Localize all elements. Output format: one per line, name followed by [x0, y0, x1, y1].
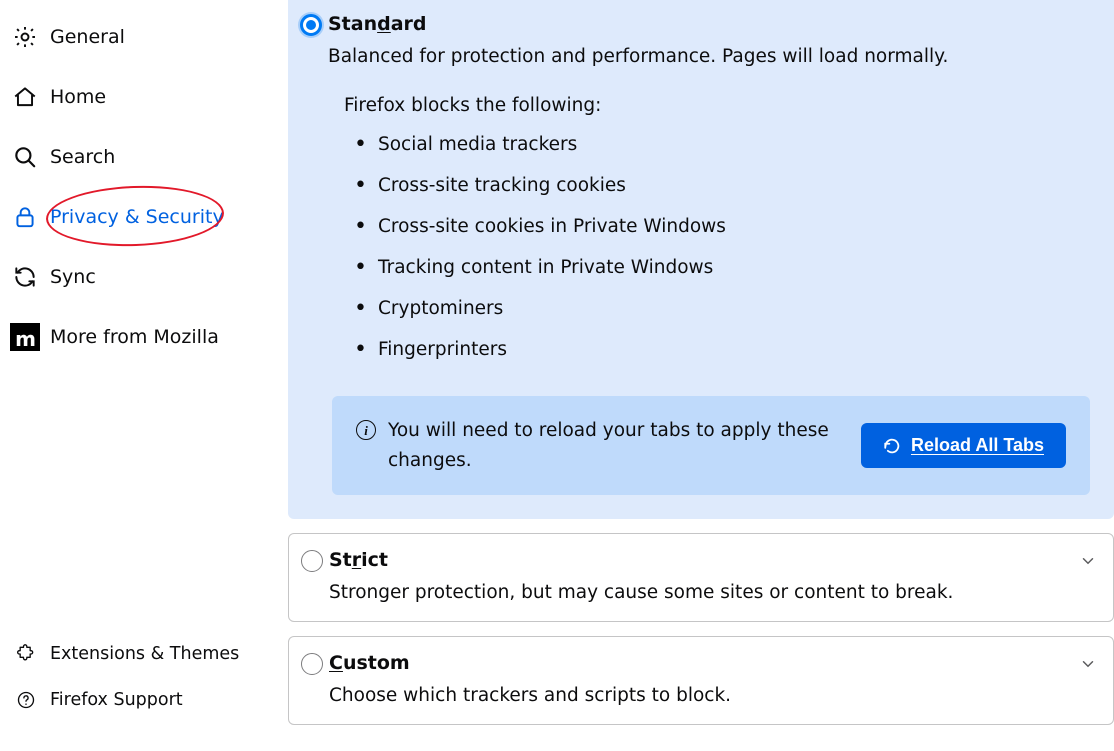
title-access-key: d — [377, 13, 391, 35]
preferences-sidebar-footer: Extensions & Themes Firefox Support — [0, 627, 288, 727]
reload-button-label: Reload All Tabs — [911, 435, 1044, 456]
search-icon — [10, 142, 40, 172]
help-icon — [14, 688, 38, 712]
blocks-list-item: Social media trackers — [360, 124, 1090, 165]
title-prefix: Stan — [328, 13, 377, 35]
reload-tabs-banner: i You will need to reload your tabs to a… — [332, 396, 1090, 495]
puzzle-icon — [14, 642, 38, 666]
blocks-list-item: Cross-site tracking cookies — [360, 165, 1090, 206]
sidebar-footer-label: Extensions & Themes — [50, 644, 239, 664]
sync-icon — [10, 262, 40, 292]
blocks-list-item: Tracking content in Private Windows — [360, 247, 1090, 288]
reload-icon — [883, 437, 901, 455]
tracking-option-title: Custom — [329, 652, 410, 674]
tracking-option-description: Stronger protection, but may cause some … — [329, 582, 1089, 603]
title-suffix: ict — [361, 549, 388, 571]
radio-custom[interactable] — [301, 653, 323, 675]
sidebar-item-privacy-security[interactable]: Privacy & Security — [0, 194, 288, 240]
sidebar-item-search[interactable]: Search — [0, 134, 288, 180]
preferences-sidebar: General Home Search — [0, 0, 288, 751]
sidebar-item-label: More from Mozilla — [50, 326, 219, 348]
sidebar-footer-label: Firefox Support — [50, 690, 183, 710]
blocks-list-item: Cryptominers — [360, 288, 1090, 329]
sidebar-item-label: General — [50, 26, 125, 48]
sidebar-item-label: Search — [50, 146, 115, 168]
mozilla-icon: m — [10, 322, 40, 352]
sidebar-item-sync[interactable]: Sync — [0, 254, 288, 300]
reload-all-tabs-button[interactable]: Reload All Tabs — [861, 423, 1066, 468]
reload-message: You will need to reload your tabs to app… — [388, 416, 836, 475]
title-access-key: r — [352, 549, 361, 571]
preferences-main-pane: Standard Balanced for protection and per… — [288, 0, 1114, 751]
title-suffix: ard — [391, 13, 427, 35]
tracking-option-title: Standard — [328, 13, 427, 35]
title-prefix: St — [329, 549, 352, 571]
blocks-list-item: Cross-site cookies in Private Windows — [360, 206, 1090, 247]
tracking-option-title: Strict — [329, 549, 388, 571]
tracking-option-custom[interactable]: Custom Choose which trackers and scripts… — [288, 636, 1114, 725]
chevron-down-icon — [1079, 655, 1097, 673]
title-suffix: ustom — [343, 652, 410, 674]
sidebar-item-label: Privacy & Security — [50, 206, 224, 228]
lock-icon — [10, 202, 40, 232]
blocks-heading: Firefox blocks the following: — [344, 95, 1090, 116]
sidebar-item-home[interactable]: Home — [0, 74, 288, 120]
info-icon: i — [356, 420, 376, 440]
sidebar-item-label: Home — [50, 86, 106, 108]
tracking-option-description: Choose which trackers and scripts to blo… — [329, 685, 1089, 706]
sidebar-item-more-mozilla[interactable]: m More from Mozilla — [0, 314, 288, 360]
gear-icon — [10, 22, 40, 52]
home-icon — [10, 82, 40, 112]
tracking-option-description: Balanced for protection and performance.… — [328, 46, 1090, 67]
sidebar-footer-extensions[interactable]: Extensions & Themes — [0, 635, 288, 673]
title-access-key: C — [329, 652, 343, 674]
blocks-list: Social media trackers Cross-site trackin… — [360, 124, 1090, 370]
radio-strict[interactable] — [301, 550, 323, 572]
tracking-option-standard: Standard Balanced for protection and per… — [288, 0, 1114, 519]
sidebar-item-label: Sync — [50, 266, 96, 288]
sidebar-item-general[interactable]: General — [0, 14, 288, 60]
preferences-nav-list: General Home Search — [0, 0, 288, 374]
tracking-option-strict[interactable]: Strict Stronger protection, but may caus… — [288, 533, 1114, 622]
blocks-list-item: Fingerprinters — [360, 329, 1090, 370]
sidebar-footer-support[interactable]: Firefox Support — [0, 681, 288, 719]
radio-standard[interactable] — [300, 14, 322, 36]
chevron-down-icon — [1079, 552, 1097, 570]
